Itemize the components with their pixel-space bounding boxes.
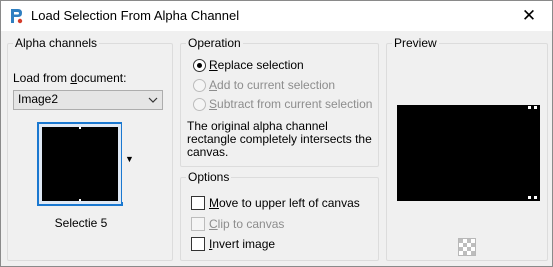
preview-marker-tr [534, 106, 537, 109]
paintshop-pro-icon [11, 9, 23, 24]
alpha-channel-preview-image [42, 127, 118, 201]
load-from-document-label: Load from document: [13, 71, 127, 85]
alpha-channel-name: Selectie 5 [54, 216, 108, 230]
subtract-from-selection-radio[interactable] [193, 98, 206, 111]
preview-marker-bl [528, 196, 531, 199]
close-icon: ✕ [521, 6, 537, 25]
document-select-value: Image2 [18, 92, 59, 106]
operation-title: Operation [186, 36, 243, 51]
preview-canvas [397, 105, 540, 201]
dialog-window: Load Selection From Alpha Channel ✕ Alph… [0, 0, 553, 267]
document-select[interactable]: Image2 [13, 90, 163, 110]
radio-selected-dot [197, 63, 202, 68]
operation-description: The original alpha channel rectangle com… [187, 119, 372, 159]
add-to-selection-radio[interactable] [193, 79, 206, 92]
preview-title: Preview [392, 36, 439, 51]
thumb-marker-bottom [79, 199, 81, 201]
title-bar[interactable]: Load Selection From Alpha Channel ✕ [1, 1, 552, 31]
thumbnail-dropdown-button[interactable]: ▼ [122, 122, 137, 202]
preview-marker-tl [528, 106, 531, 109]
preview-marker-br [534, 196, 537, 199]
move-to-upper-left-label[interactable]: Move to upper left of canvas [209, 196, 360, 211]
chevron-down-icon [148, 92, 158, 103]
thumb-marker-top [79, 127, 81, 129]
alpha-channels-title: Alpha channels [13, 36, 100, 51]
replace-selection-radio[interactable] [193, 59, 206, 72]
close-button[interactable]: ✕ [506, 1, 552, 31]
clip-to-canvas-label[interactable]: Clip to canvas [209, 217, 284, 232]
alpha-channel-thumbnail[interactable] [37, 122, 123, 206]
checkerboard-icon[interactable] [458, 238, 476, 256]
replace-selection-label[interactable]: Replace selection [209, 58, 304, 73]
invert-image-checkbox[interactable] [191, 237, 205, 251]
options-title: Options [186, 170, 232, 185]
dropdown-arrow-icon: ▼ [125, 154, 134, 164]
window-title: Load Selection From Alpha Channel [31, 8, 240, 23]
add-to-selection-label[interactable]: Add to current selection [209, 78, 335, 93]
subtract-from-selection-label[interactable]: Subtract from current selection [209, 97, 372, 112]
clip-to-canvas-checkbox[interactable] [191, 217, 205, 231]
invert-image-label[interactable]: Invert image [209, 237, 275, 252]
move-to-upper-left-checkbox[interactable] [191, 196, 205, 210]
